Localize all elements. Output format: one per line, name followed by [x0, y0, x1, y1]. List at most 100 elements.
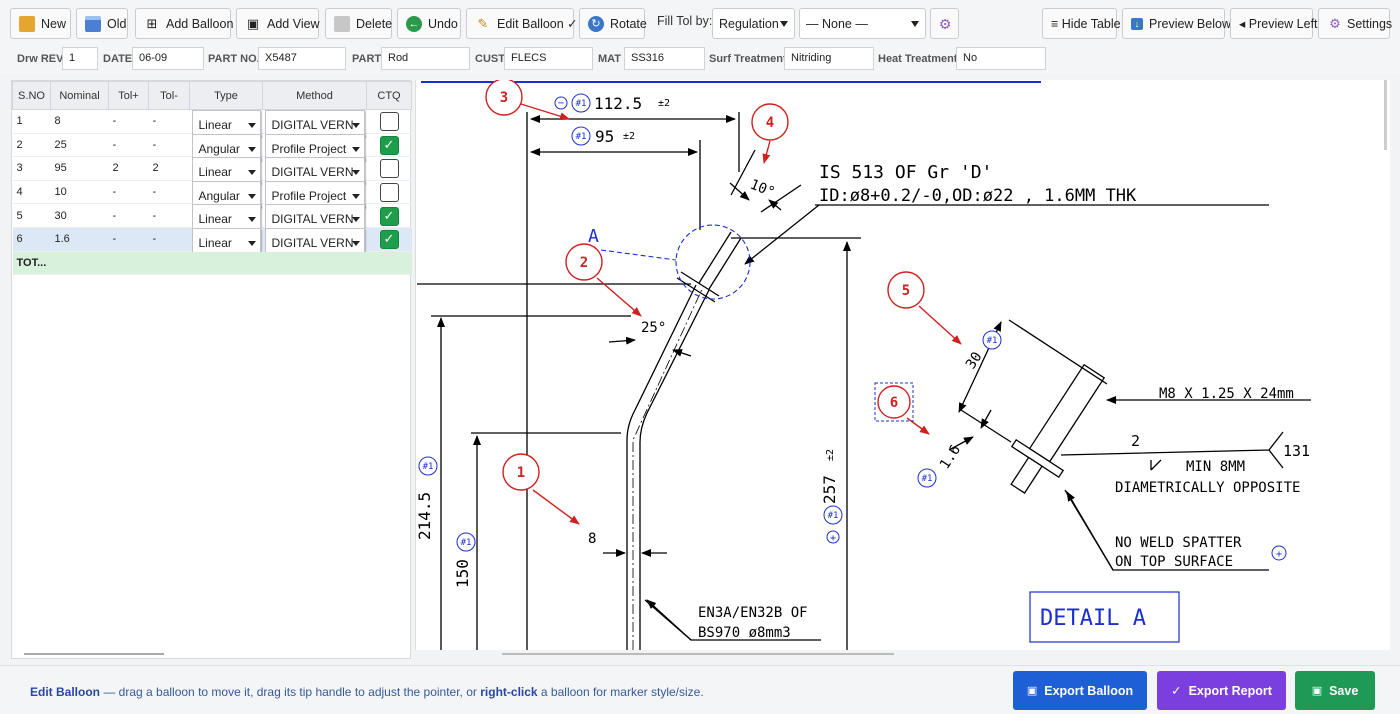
- cell-sno[interactable]: 5: [12, 203, 51, 228]
- table-row[interactable]: 3 95 2 2 Linear DIGITAL VERN: [12, 156, 412, 185]
- preset-settings-button[interactable]: ⚙: [930, 8, 959, 39]
- ctq-checkbox[interactable]: ✓: [379, 135, 399, 155]
- cell-tol-minus[interactable]: -: [148, 180, 190, 205]
- tag-1g: #1: [922, 474, 933, 484]
- export-report-button[interactable]: ✓ Export Report: [1157, 671, 1286, 710]
- date-field[interactable]: 06-09: [132, 47, 204, 70]
- col-header-tol-plus[interactable]: Tol+: [108, 81, 149, 110]
- cell-sno[interactable]: 1: [12, 109, 51, 134]
- gear-icon: ⚙: [1329, 15, 1341, 31]
- mat-label: MAT: [598, 53, 622, 65]
- gear-icon: ⚙: [938, 15, 952, 32]
- balloon-3-label: 3: [500, 90, 508, 106]
- cell-tol-minus[interactable]: -: [148, 133, 190, 158]
- tag-1b: #1: [576, 132, 587, 142]
- export-balloon-button[interactable]: ▣ Export Balloon: [1013, 671, 1147, 710]
- cell-sno[interactable]: 2: [12, 133, 51, 158]
- dim-10-deg: 10°: [748, 177, 777, 201]
- cell-nominal[interactable]: 10: [50, 180, 109, 205]
- chevron-down-icon: [247, 146, 256, 152]
- cell-nominal[interactable]: 1.6: [50, 227, 109, 252]
- drw-rev-label: Drw REV: [17, 53, 64, 65]
- engineering-drawing: 1 2 3 4 5 6 #1 #1 #1 #1 #1 #1 #1 − + + 1…: [416, 80, 1311, 650]
- rotate-button[interactable]: ↻ Rotate: [579, 8, 647, 39]
- cell-tol-plus[interactable]: 2: [108, 156, 149, 181]
- chevron-down-icon: [247, 170, 256, 176]
- table-row[interactable]: 2 25- - Angular Profile Project ✓: [12, 133, 412, 161]
- save-button[interactable]: ▣ Save: [1295, 671, 1375, 710]
- mat-field[interactable]: SS316: [624, 47, 705, 70]
- cell-tol-plus[interactable]: -: [108, 203, 149, 228]
- tag-1d: #1: [461, 538, 472, 548]
- tag-1c: #1: [423, 462, 434, 472]
- table-header-row: S.NO Nominal Tol+ Tol- Type Method CTQ: [12, 81, 412, 110]
- ctq-checkbox[interactable]: [379, 159, 399, 179]
- fill-tol-select[interactable]: Regulation: [712, 8, 795, 39]
- cell-nominal[interactable]: 30: [50, 203, 109, 228]
- chevron-down-icon: [780, 21, 788, 27]
- add-balloon-button[interactable]: ⊞ Add Balloon: [135, 8, 233, 39]
- cell-sno[interactable]: 6: [12, 227, 51, 252]
- cell-nominal[interactable]: 8: [50, 109, 109, 134]
- cell-tol-minus[interactable]: 2: [148, 156, 190, 181]
- old-button[interactable]: Old: [76, 8, 128, 39]
- cell-nominal[interactable]: 25: [50, 133, 109, 158]
- delete-button[interactable]: Delete: [325, 8, 392, 39]
- dim-214-5: 214.5: [416, 492, 434, 540]
- ctq-checkbox[interactable]: ✓: [379, 230, 399, 250]
- cell-tol-plus[interactable]: -: [108, 109, 149, 134]
- hide-table-button[interactable]: ≡ Hide Table: [1042, 8, 1121, 39]
- cell-tol-minus[interactable]: -: [148, 227, 190, 252]
- drawing-vertical-scrollbar[interactable]: [1384, 80, 1387, 150]
- ctq-checkbox[interactable]: ✓: [379, 206, 399, 226]
- drawing-canvas[interactable]: 1 2 3 4 5 6 #1 #1 #1 #1 #1 #1 #1 − + + 1…: [415, 80, 1390, 650]
- cell-sno[interactable]: 3: [12, 156, 51, 181]
- note-bs970: BS970 ø8mm3: [698, 625, 791, 641]
- chevron-down-icon: [351, 193, 360, 199]
- preset-select[interactable]: — None —: [799, 8, 926, 39]
- cell-nominal[interactable]: 95: [50, 156, 109, 181]
- add-view-button[interactable]: ▣ Add View: [236, 8, 320, 39]
- surf-treatment-field[interactable]: Nitriding: [784, 47, 874, 70]
- col-header-sno[interactable]: S.NO: [12, 81, 51, 110]
- svg-text:+: +: [830, 533, 836, 544]
- table-horizontal-scrollbar[interactable]: [24, 653, 164, 655]
- col-header-type[interactable]: Type: [189, 81, 263, 110]
- undo-icon: ←: [406, 15, 422, 32]
- preview-below-button[interactable]: ↓ Preview Below: [1122, 8, 1231, 39]
- heat-treatment-field[interactable]: No: [956, 47, 1046, 70]
- table-row[interactable]: 1 8- - Linear DIGITAL VERN: [12, 109, 412, 137]
- cell-tol-minus[interactable]: -: [148, 109, 190, 134]
- dim-95: 95: [595, 127, 614, 146]
- part-no-field[interactable]: X5487: [258, 47, 346, 70]
- note-no-weld-1: NO WELD SPATTER: [1115, 535, 1242, 551]
- chevron-down-icon: [911, 21, 919, 27]
- drawing-metadata-bar: Drw REV 1 DATE 06-09 PART NO. X5487 PART…: [0, 46, 1400, 74]
- cell-ctq: [366, 156, 412, 181]
- ctq-checkbox[interactable]: [379, 112, 399, 132]
- cell-tol-minus[interactable]: -: [148, 203, 190, 228]
- preview-left-button[interactable]: ◂ Preview Left: [1230, 8, 1318, 39]
- undo-button[interactable]: ← Undo: [397, 8, 461, 39]
- cell-tol-plus[interactable]: -: [108, 227, 149, 252]
- part-label: PART: [352, 53, 382, 65]
- ctq-checkbox[interactable]: [379, 183, 399, 203]
- table-row[interactable]: 4 10- - Angular Profile Project: [12, 180, 412, 208]
- drawing-horizontal-scrollbar[interactable]: [502, 653, 894, 655]
- edit-balloon-button[interactable]: ✎ Edit Balloon ✓: [466, 8, 578, 39]
- drw-rev-field[interactable]: 1: [62, 47, 98, 70]
- grid-icon: ⊞: [146, 15, 158, 31]
- cell-tol-plus[interactable]: -: [108, 180, 149, 205]
- col-header-method[interactable]: Method: [262, 81, 367, 110]
- cell-sno[interactable]: 4: [12, 180, 51, 205]
- settings-button[interactable]: ⚙ Settings: [1318, 8, 1392, 39]
- col-header-ctq[interactable]: CTQ: [366, 81, 412, 110]
- cust-field[interactable]: FLECS: [504, 47, 593, 70]
- part-field[interactable]: Rod: [381, 47, 470, 70]
- new-button[interactable]: New: [10, 8, 71, 39]
- cell-tol-plus[interactable]: -: [108, 133, 149, 158]
- col-header-tol-minus[interactable]: Tol-: [148, 81, 190, 110]
- col-header-nominal[interactable]: Nominal: [50, 81, 109, 110]
- table-row[interactable]: 6 1.6- - Linear DIGITAL VERN ✓: [12, 227, 412, 255]
- table-row[interactable]: 5 30- - Linear DIGITAL VERN ✓: [12, 203, 412, 232]
